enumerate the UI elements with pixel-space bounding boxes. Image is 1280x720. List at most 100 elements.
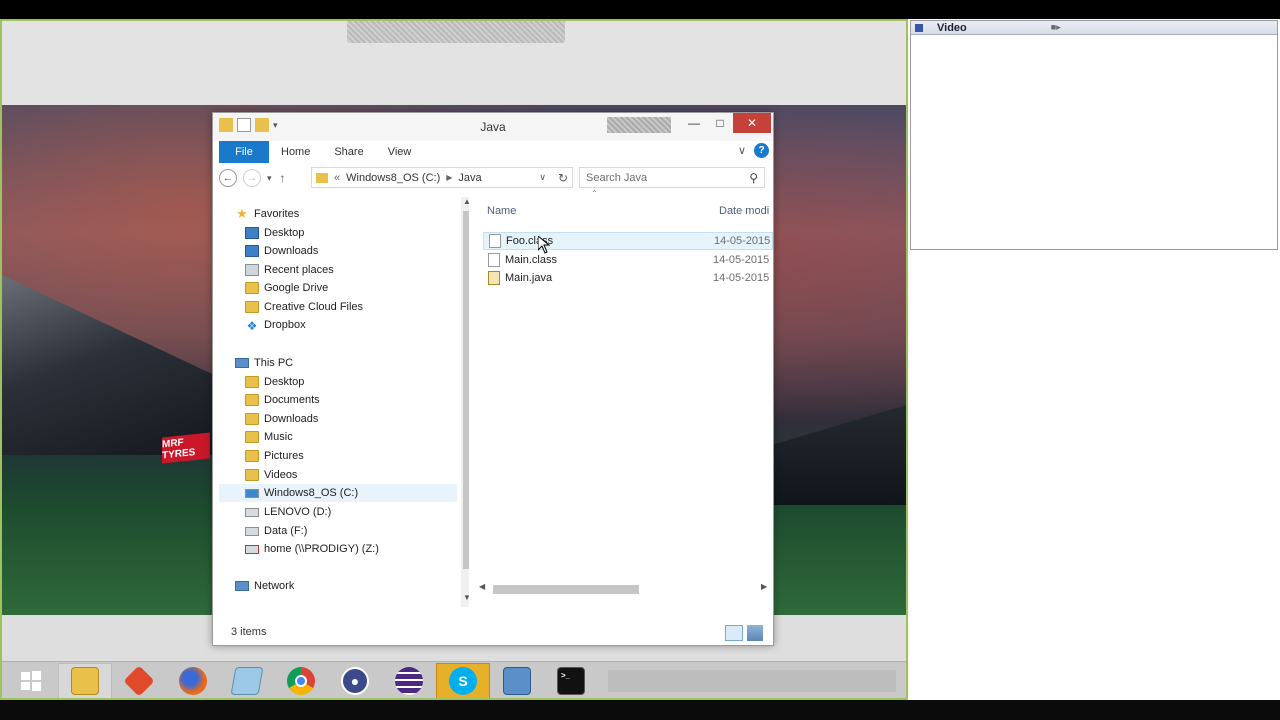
taskbar-tray bbox=[608, 670, 896, 692]
search-input[interactable]: Search Java ⚲ bbox=[579, 167, 765, 188]
folder-icon bbox=[245, 301, 259, 313]
help-icon[interactable]: ? bbox=[754, 143, 769, 158]
tree-label: Desktop bbox=[264, 376, 305, 388]
tree-item-drive-d[interactable]: LENOVO (D:) bbox=[245, 503, 331, 521]
search-icon[interactable]: ⚲ bbox=[749, 171, 758, 185]
google-drive-icon bbox=[245, 282, 259, 294]
tab-file[interactable]: File bbox=[219, 141, 269, 163]
address-bar[interactable]: « Windows8_OS (C:) ▶ Java ∨ ↻ bbox=[311, 167, 573, 188]
taskbar-file-explorer[interactable] bbox=[58, 662, 112, 698]
nav-pane-scrollbar[interactable]: ▲ ▼ bbox=[461, 197, 469, 607]
overflow-breadcrumb[interactable]: « bbox=[334, 172, 340, 184]
taskbar-app[interactable] bbox=[220, 663, 274, 699]
taskbar-git[interactable] bbox=[112, 663, 166, 699]
scroll-down-icon[interactable]: ▼ bbox=[463, 593, 469, 602]
up-arrow-icon[interactable]: ↑ bbox=[280, 171, 286, 185]
scroll-left-icon[interactable]: ◀ bbox=[479, 582, 485, 591]
horizontal-scrollbar[interactable]: ◀ ▶ bbox=[479, 582, 767, 596]
folder-icon bbox=[245, 394, 259, 406]
column-name[interactable]: Name bbox=[487, 205, 516, 217]
scroll-up-icon[interactable]: ▲ bbox=[463, 197, 469, 206]
back-button[interactable]: ← bbox=[219, 169, 237, 187]
taskbar-chrome[interactable] bbox=[274, 663, 328, 699]
video-camera-icon[interactable]: ■▸ bbox=[1051, 22, 1061, 33]
recent-locations-icon[interactable]: ▾ bbox=[267, 173, 272, 184]
refresh-icon[interactable]: ↻ bbox=[558, 171, 568, 185]
tree-item-music[interactable]: Music bbox=[245, 428, 293, 446]
system-drive-icon bbox=[245, 488, 259, 498]
taskbar-firefox[interactable] bbox=[166, 663, 220, 699]
tree-label: Data (F:) bbox=[264, 525, 308, 537]
breadcrumb-drive[interactable]: Windows8_OS (C:) bbox=[346, 172, 440, 184]
maximize-button[interactable]: □ bbox=[707, 113, 733, 133]
tree-item-drive-c[interactable]: Windows8_OS (C:) bbox=[219, 484, 457, 502]
sort-ascending-icon: ⌃ bbox=[591, 189, 598, 198]
tree-label: Desktop bbox=[264, 227, 305, 239]
tree-item-recent-places[interactable]: Recent places bbox=[245, 261, 334, 279]
large-icons-view-icon[interactable] bbox=[747, 625, 763, 641]
tree-favorites[interactable]: ★ Favorites bbox=[235, 205, 299, 223]
tree-item-network-drive-z[interactable]: home (\\PRODIGY) (Z:) bbox=[245, 540, 379, 558]
tree-label: Windows8_OS (C:) bbox=[264, 487, 359, 499]
forward-button[interactable]: → bbox=[243, 169, 261, 187]
file-row[interactable]: Foo.class 14-05-2015 bbox=[483, 232, 773, 250]
file-row[interactable]: Main.class 14-05-2015 bbox=[483, 251, 773, 269]
firefox-icon bbox=[179, 667, 207, 695]
search-placeholder: Search Java bbox=[586, 171, 648, 184]
file-icon bbox=[489, 234, 501, 248]
column-header: ⌃ Name Date modi bbox=[473, 189, 773, 219]
tab-home[interactable]: Home bbox=[269, 141, 322, 163]
taskbar-keepass[interactable]: ● bbox=[328, 663, 382, 699]
horizontal-scroll-thumb[interactable] bbox=[493, 585, 639, 594]
address-dropdown-icon[interactable]: ∨ bbox=[539, 172, 546, 183]
taskbar-eclipse[interactable] bbox=[382, 663, 436, 699]
tab-share[interactable]: Share bbox=[322, 141, 375, 163]
tree-item-pc-downloads[interactable]: Downloads bbox=[245, 410, 318, 428]
expand-ribbon-icon[interactable]: ∨ bbox=[738, 144, 746, 157]
taskbar-skype[interactable]: S bbox=[436, 662, 490, 698]
tree-network[interactable]: Network bbox=[235, 577, 294, 595]
tree-item-downloads[interactable]: Downloads bbox=[245, 242, 318, 260]
tree-item-dropbox[interactable]: ❖ Dropbox bbox=[245, 316, 306, 334]
video-panel-header[interactable]: Video ■▸ bbox=[911, 21, 1277, 35]
file-explorer-window: ▾ Java — □ ✕ File Home Share View ∨ ? ← … bbox=[212, 112, 774, 646]
file-name: Main.class bbox=[505, 254, 557, 266]
tree-item-drive-f[interactable]: Data (F:) bbox=[245, 522, 307, 540]
start-button[interactable] bbox=[4, 663, 58, 699]
tree-label: Favorites bbox=[254, 208, 300, 220]
network-icon bbox=[235, 581, 249, 591]
tree-this-pc[interactable]: This PC bbox=[235, 354, 293, 372]
breadcrumb-java[interactable]: Java bbox=[458, 172, 481, 184]
blurred-title-region bbox=[607, 117, 671, 133]
taskbar: ● S >_ bbox=[2, 661, 906, 699]
details-view-icon[interactable] bbox=[725, 625, 743, 641]
chevron-right-icon[interactable]: ▶ bbox=[446, 173, 452, 182]
skype-icon: S bbox=[449, 667, 477, 695]
tree-item-videos[interactable]: Videos bbox=[245, 466, 297, 484]
file-icon bbox=[488, 253, 500, 267]
tree-item-pictures[interactable]: Pictures bbox=[245, 447, 304, 465]
file-row[interactable]: Main.java 14-05-2015 bbox=[483, 269, 773, 287]
column-date-modified[interactable]: Date modi bbox=[719, 205, 769, 217]
nav-scroll-thumb[interactable] bbox=[463, 211, 469, 569]
tree-item-creative-cloud[interactable]: Creative Cloud Files bbox=[245, 298, 363, 316]
taskbar-remote-desktop[interactable] bbox=[490, 663, 544, 699]
taskbar-terminal[interactable]: >_ bbox=[544, 663, 598, 699]
minimize-button[interactable]: — bbox=[681, 113, 707, 133]
star-icon: ★ bbox=[236, 206, 248, 221]
tree-label: home (\\PRODIGY) (Z:) bbox=[264, 543, 379, 555]
stadium-roof bbox=[2, 275, 212, 455]
tree-item-google-drive[interactable]: Google Drive bbox=[245, 279, 328, 297]
desktop-screen: MRF TYRES ● S >_ ▾ Java — □ ✕ File Home … bbox=[0, 19, 908, 700]
tab-view[interactable]: View bbox=[376, 141, 424, 163]
close-button[interactable]: ✕ bbox=[733, 113, 771, 133]
tree-item-documents[interactable]: Documents bbox=[245, 391, 320, 409]
scroll-right-icon[interactable]: ▶ bbox=[761, 582, 767, 591]
title-bar[interactable]: ▾ Java — □ ✕ bbox=[213, 113, 773, 141]
stadium-stand bbox=[772, 405, 906, 505]
drive-icon bbox=[245, 507, 259, 517]
eclipse-icon bbox=[395, 667, 423, 695]
tree-item-desktop[interactable]: Desktop bbox=[245, 224, 304, 242]
tree-item-pc-desktop[interactable]: Desktop bbox=[245, 373, 304, 391]
tree-label: LENOVO (D:) bbox=[264, 506, 332, 518]
